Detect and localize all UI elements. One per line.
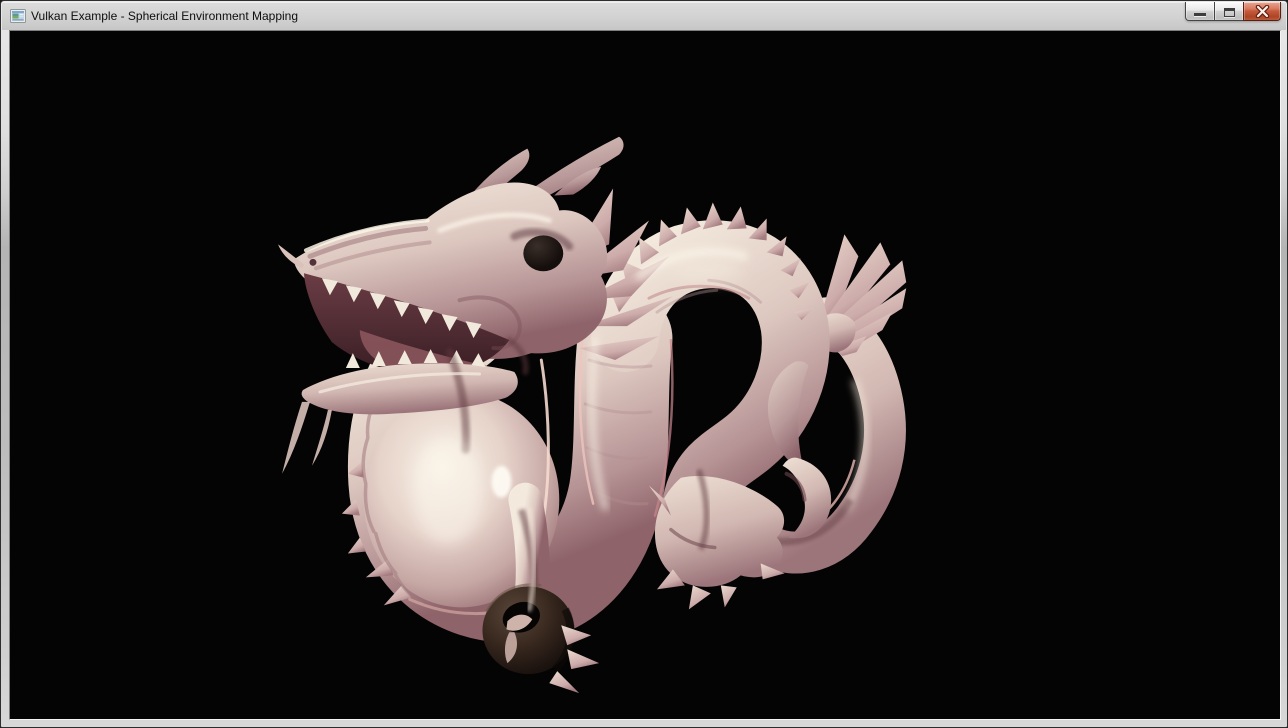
maximize-square-icon [1224, 8, 1235, 17]
app-window: Vulkan Example - Spherical Environment M… [0, 0, 1288, 728]
caption-button-group [1185, 2, 1281, 21]
dragon-eye [523, 235, 563, 271]
title-bar[interactable]: Vulkan Example - Spherical Environment M… [2, 2, 1286, 30]
close-x-icon [1255, 5, 1270, 18]
app-icon [10, 8, 26, 24]
window-title: Vulkan Example - Spherical Environment M… [31, 9, 298, 24]
minimize-dash-icon [1194, 13, 1206, 16]
dragon-render [10, 31, 1280, 719]
maximize-button[interactable] [1214, 2, 1244, 21]
minimize-button[interactable] [1185, 2, 1215, 21]
render-viewport[interactable] [9, 30, 1281, 720]
close-button[interactable] [1243, 2, 1281, 21]
